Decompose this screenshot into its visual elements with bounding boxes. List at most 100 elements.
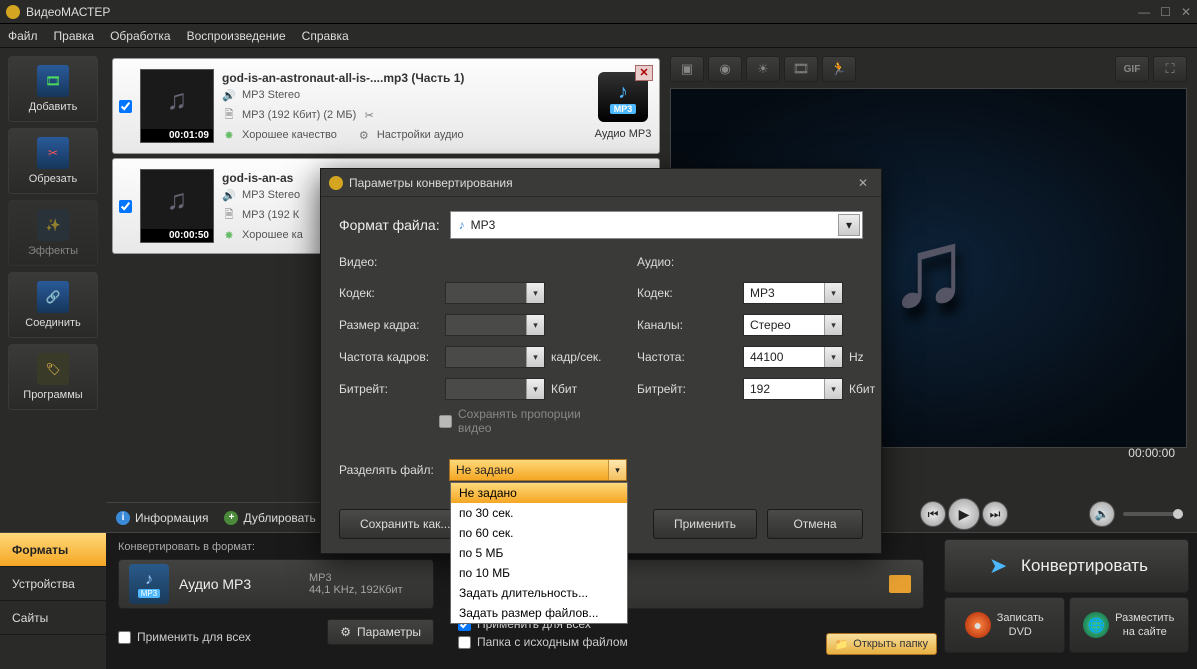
next-button[interactable]: ⏭ (982, 501, 1008, 527)
folder-icon[interactable] (889, 575, 911, 593)
note-icon: ♪ (459, 218, 465, 232)
freq-label: Частота: (637, 350, 737, 364)
convert-button[interactable]: ➤ Конвертировать (944, 539, 1189, 593)
programs-icon: 🏷 (37, 353, 69, 385)
chevron-down-icon: ▾ (608, 460, 626, 480)
video-codec-select[interactable]: ▾ (445, 282, 545, 304)
remove-file-button[interactable]: ✕ (635, 65, 653, 81)
split-option[interactable]: Не задано (451, 483, 627, 503)
programs-button[interactable]: 🏷 Программы (8, 344, 98, 410)
channels-select[interactable]: Стерео▾ (743, 314, 843, 336)
fps-label: Частота кадров: (339, 350, 439, 364)
video-bitrate-select[interactable]: ▾ (445, 378, 545, 400)
join-button[interactable]: 🔗 Соединить (8, 272, 98, 338)
file-checkbox[interactable] (119, 200, 132, 213)
volume-icon[interactable]: 🔊 (1089, 501, 1115, 527)
file-stereo: MP3 Stereo (242, 189, 300, 201)
speaker-icon: 🔊 (222, 189, 236, 202)
file-quality[interactable]: Хорошее качество (242, 129, 337, 141)
tab-formats[interactable]: Форматы (0, 533, 106, 567)
menu-process[interactable]: Обработка (110, 29, 171, 43)
audio-bitrate-label: Битрейт: (637, 382, 737, 396)
prev-button[interactable]: ⏮ (920, 501, 946, 527)
effects-icon: ✨ (37, 209, 69, 241)
split-option[interactable]: по 60 сек. (451, 523, 627, 543)
quality-icon: ✸ (222, 129, 236, 142)
split-option[interactable]: по 5 МБ (451, 543, 627, 563)
split-file-select[interactable]: Не задано ▾ Не задано по 30 сек. по 60 с… (449, 459, 627, 481)
title-bar: ВидеоМАСТЕР — ☐ ✕ (0, 0, 1197, 24)
keep-aspect-label: Сохранять пропорции видео (458, 407, 607, 435)
maximize-button[interactable]: ☐ (1160, 5, 1171, 19)
video-title: Видео: (339, 255, 607, 269)
app-icon (6, 5, 20, 19)
cancel-button[interactable]: Отмена (767, 509, 863, 539)
format-badge[interactable]: ♪MP3 Аудио MP3 (593, 72, 653, 140)
menu-file[interactable]: Файл (8, 29, 38, 43)
tab-sites[interactable]: Сайты (0, 601, 106, 635)
file-name: god-is-an-astronaut-all-is-....mp3 (Част… (222, 71, 585, 85)
params-button[interactable]: ⚙Параметры (327, 619, 434, 645)
info-button[interactable]: iИнформация (116, 511, 208, 525)
file-format-select[interactable]: ♪ MP3 ▾ (450, 211, 863, 239)
fps-select[interactable]: ▾ (445, 346, 545, 368)
join-label: Соединить (25, 317, 81, 329)
file-checkbox[interactable] (119, 100, 132, 113)
dvd-button[interactable]: ●Записать DVD (944, 597, 1065, 653)
frame-size-select[interactable]: ▾ (445, 314, 545, 336)
dialog-title: Параметры конвертирования (349, 176, 513, 190)
audio-codec-select[interactable]: MP3▾ (743, 282, 843, 304)
brightness-icon[interactable]: ☀ (746, 56, 780, 82)
apply-button[interactable]: Применить (653, 509, 757, 539)
split-option[interactable]: Задать длительность... (451, 583, 627, 603)
frame-icon[interactable]: 🎞 (784, 56, 818, 82)
file-item[interactable]: ♫ 00:01:09 god-is-an-astronaut-all-is-..… (112, 58, 660, 154)
menu-edit[interactable]: Правка (54, 29, 95, 43)
menu-help[interactable]: Справка (302, 29, 349, 43)
apply-all-checkbox[interactable] (118, 631, 131, 644)
video-codec-label: Кодек: (339, 286, 439, 300)
menu-playback[interactable]: Воспроизведение (187, 29, 286, 43)
fullscreen-icon[interactable]: ⛶ (1153, 56, 1187, 82)
hz-unit: Hz (849, 350, 905, 364)
format-tabs: Форматы Устройства Сайты (0, 533, 106, 669)
format-selector[interactable]: ♪MP3 Аудио MP3 MP3 44,1 KHz, 192Кбит (118, 559, 434, 609)
freq-select[interactable]: 44100▾ (743, 346, 843, 368)
split-option[interactable]: по 10 МБ (451, 563, 627, 583)
split-option[interactable]: Задать размер файлов... (451, 603, 627, 623)
window-controls: — ☐ ✕ (1138, 5, 1191, 19)
audio-bitrate-select[interactable]: 192▾ (743, 378, 843, 400)
publish-button[interactable]: 🌐Разместить на сайте (1069, 597, 1190, 653)
source-folder-label: Папка с исходным файлом (477, 635, 628, 649)
cut-icon: ✂ (37, 137, 69, 169)
speed-icon[interactable]: 🏃 (822, 56, 856, 82)
camera-icon[interactable]: ◉ (708, 56, 742, 82)
source-folder-checkbox[interactable] (458, 636, 471, 649)
cut-label: Обрезать (29, 173, 78, 185)
effects-button[interactable]: ✨ Эффекты (8, 200, 98, 266)
dialog-close-button[interactable]: ✕ (853, 176, 873, 190)
cut-button[interactable]: ✂ Обрезать (8, 128, 98, 194)
minimize-button[interactable]: — (1138, 5, 1150, 19)
close-button[interactable]: ✕ (1181, 5, 1191, 19)
scissors-icon[interactable]: ✂ (362, 109, 376, 122)
preview-time: 00:00:00 (1128, 446, 1175, 460)
globe-icon: 🌐 (1083, 612, 1109, 638)
gif-button[interactable]: GIF (1115, 56, 1149, 82)
file-settings[interactable]: Настройки аудио (377, 129, 464, 141)
crop-icon[interactable]: ▣ (670, 56, 704, 82)
file-duration: 00:01:09 (141, 129, 213, 142)
play-button[interactable]: ▶ (948, 498, 980, 530)
file-quality[interactable]: Хорошее ка (242, 229, 303, 241)
open-folder-button[interactable]: 📁Открыть папку (826, 633, 937, 655)
format-sub1: MP3 (309, 572, 403, 584)
file-thumbnail: ♫ 00:00:50 (140, 169, 214, 243)
file-duration: 00:00:50 (141, 229, 213, 242)
video-column: Видео: Кодек:▾ Размер кадра:▾ Частота ка… (339, 255, 607, 435)
duplicate-button[interactable]: +Дублировать (224, 511, 315, 525)
split-option[interactable]: по 30 сек. (451, 503, 627, 523)
volume-slider[interactable] (1123, 512, 1183, 516)
add-button[interactable]: 🎞 Добавить (8, 56, 98, 122)
file-codec: MP3 (192 Кбит) (2 МБ) (242, 109, 356, 121)
tab-devices[interactable]: Устройства (0, 567, 106, 601)
